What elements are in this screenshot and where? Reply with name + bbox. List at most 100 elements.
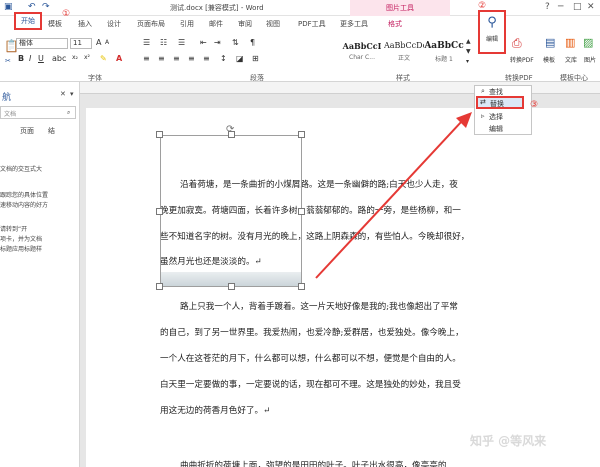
subscript-icon[interactable]: x₂ [72, 54, 78, 61]
align-right-icon[interactable]: ≡ [173, 54, 180, 63]
paragraph-line: 曲曲折折的荷塘上面，弥望的是田田的叶子。叶子出水很高，像亭亭的 [180, 461, 447, 467]
nav-help-text: 文档的交互式大 [0, 166, 43, 173]
marker-2: ② [478, 1, 487, 11]
superscript-icon[interactable]: x² [84, 54, 90, 61]
justify-icon[interactable]: ≡ [188, 54, 195, 63]
style-name: Char C... [349, 54, 375, 61]
template-icon[interactable]: ▤ [545, 36, 555, 49]
strikethrough-icon[interactable]: abc [52, 54, 66, 63]
template-label[interactable]: 模板 [543, 55, 555, 64]
bullets-icon[interactable]: ☰ [143, 38, 150, 47]
nav-search-placeholder: 文档 [4, 111, 17, 118]
font-name-select[interactable]: 楷体 [16, 38, 68, 49]
align-center-icon[interactable]: ≡ [158, 54, 165, 63]
increase-indent-icon[interactable]: ⇥ [214, 38, 221, 47]
align-left-icon[interactable]: ≡ [143, 54, 150, 63]
tab-home[interactable]: 开始 [14, 12, 42, 30]
borders-icon[interactable]: ⊞ [252, 54, 259, 63]
line-spacing-icon[interactable]: ↕ [220, 54, 227, 63]
resize-handle[interactable] [228, 131, 235, 138]
minimize-icon[interactable]: ─ [558, 2, 563, 12]
tab-design[interactable]: 设计 [107, 19, 121, 29]
select-icon[interactable]: ▹ [481, 112, 485, 120]
multilevel-list-icon[interactable]: ☰ [178, 38, 185, 47]
nav-pane-title: 航 [2, 93, 12, 103]
grow-font-icon[interactable]: A [96, 38, 101, 47]
image-label[interactable]: 图片 [584, 55, 596, 64]
resize-handle[interactable] [298, 131, 305, 138]
show-marks-icon[interactable]: ¶ [250, 38, 255, 47]
tab-references[interactable]: 引用 [180, 19, 194, 29]
resize-handle[interactable] [156, 208, 163, 215]
marker-1: ① [62, 9, 71, 19]
style-name: 正文 [397, 55, 410, 62]
binoculars-icon: ⚲ [487, 15, 497, 30]
nav-pane-menu-icon[interactable]: ▾ [70, 90, 74, 98]
shading-icon[interactable]: ◪ [236, 54, 244, 63]
save-icon[interactable]: ▣ [4, 2, 13, 12]
style-normal[interactable]: AaBbCcDc 正文 [384, 37, 424, 67]
resize-handle[interactable] [298, 208, 305, 215]
style-name: 标题 1 [435, 56, 453, 63]
nav-search-input[interactable]: 文档 ⌕ [0, 106, 76, 119]
navigation-pane: 航 ✕ ▾ 文档 ⌕ 页面 结 文档的交互式大 跟踪您的具体位置 速移动内容的好… [0, 82, 80, 467]
font-size-select[interactable]: 11 [70, 38, 92, 49]
help-icon[interactable]: ? [545, 2, 550, 12]
resize-handle[interactable] [156, 283, 163, 290]
redo-icon[interactable]: ↷ [42, 2, 50, 12]
paragraph-line: 白天里一定要做的事，一定要说的话，现在都可不理。这是独处的妙处，我且受 [160, 380, 461, 390]
styles-scroll-up-icon[interactable]: ▲ [466, 38, 471, 45]
title-bar: ▣ ↶ ↷ 测试.docx [兼容模式] - Word 图片工具 ? ─ □ ✕ [0, 0, 600, 16]
tab-page-layout[interactable]: 页面布局 [137, 19, 165, 29]
resize-handle[interactable] [228, 283, 235, 290]
nav-tab-pages[interactable]: 页面 [20, 126, 34, 136]
tab-insert[interactable]: 插入 [78, 19, 92, 29]
convert-pdf-icon[interactable]: ⎙ [512, 36, 522, 51]
edit-dropdown-menu: ⌕ 查找 编辑 ▹ 选择 [474, 85, 532, 135]
library-label[interactable]: 文库 [565, 55, 577, 64]
select-menu-item[interactable]: 选择 [489, 112, 503, 122]
paragraph-line: 路上只我一个人，背着手踱着。这一片天地好像是我的;我也像超出了平常 [180, 302, 458, 312]
undo-icon[interactable]: ↶ [28, 2, 36, 12]
edit-button-label: 编辑 [485, 36, 498, 43]
tab-mailings[interactable]: 邮件 [209, 19, 223, 29]
convert-pdf-label[interactable]: 转换PDF [510, 55, 534, 64]
selected-picture-frame[interactable] [160, 135, 302, 287]
close-icon[interactable]: ✕ [587, 2, 595, 12]
resize-handle[interactable] [156, 131, 163, 138]
style-char-c[interactable]: AaBbCcI Char C... [342, 37, 382, 67]
shrink-font-icon[interactable]: A [105, 39, 109, 46]
replace-menu-item[interactable]: ⇄ 替换 [476, 96, 524, 109]
numbering-icon[interactable]: ☷ [160, 38, 167, 47]
search-icon[interactable]: ⌕ [67, 109, 70, 117]
distributed-icon[interactable]: ≡ [203, 54, 210, 63]
style-preview: AaBbCcDc [384, 41, 424, 50]
image-icon[interactable]: ▨ [583, 36, 593, 49]
cut-icon[interactable]: ✂ [5, 57, 11, 65]
tab-format[interactable]: 格式 [388, 19, 402, 29]
decrease-indent-icon[interactable]: ⇤ [200, 38, 207, 47]
tab-more-tools[interactable]: 更多工具 [340, 19, 368, 29]
find-icon[interactable]: ⌕ [481, 87, 485, 96]
tab-pdf-tools[interactable]: PDF工具 [298, 19, 326, 29]
edit-button[interactable]: ⚲ 编辑 [478, 10, 506, 54]
styles-scroll-down-icon[interactable]: ▼ [466, 48, 471, 55]
styles-more-icon[interactable]: ▾ [466, 58, 469, 65]
highlight-icon[interactable]: ✎ [100, 54, 107, 63]
style-heading-1[interactable]: AaBbCc 标题 1 [424, 37, 464, 67]
tab-template[interactable]: 模板 [48, 19, 62, 29]
edit-menu-item[interactable]: 编辑 [489, 124, 503, 134]
italic-icon[interactable]: I [29, 54, 31, 63]
font-color-icon[interactable]: A [116, 54, 122, 63]
nav-tab-results[interactable]: 结 [48, 126, 55, 136]
tab-view[interactable]: 视图 [266, 19, 280, 29]
nav-pane-close-icon[interactable]: ✕ [60, 90, 66, 98]
sort-icon[interactable]: ⇅ [232, 38, 239, 47]
maximize-icon[interactable]: □ [573, 2, 582, 12]
library-icon[interactable]: ▥ [565, 36, 575, 49]
ribbon-tabs: 模板 插入 设计 页面布局 引用 邮件 审阅 视图 PDF工具 更多工具 格式 [0, 16, 600, 33]
bold-icon[interactable]: B [18, 54, 24, 63]
underline-icon[interactable]: U [38, 54, 44, 63]
resize-handle[interactable] [298, 283, 305, 290]
tab-review[interactable]: 审阅 [238, 19, 252, 29]
